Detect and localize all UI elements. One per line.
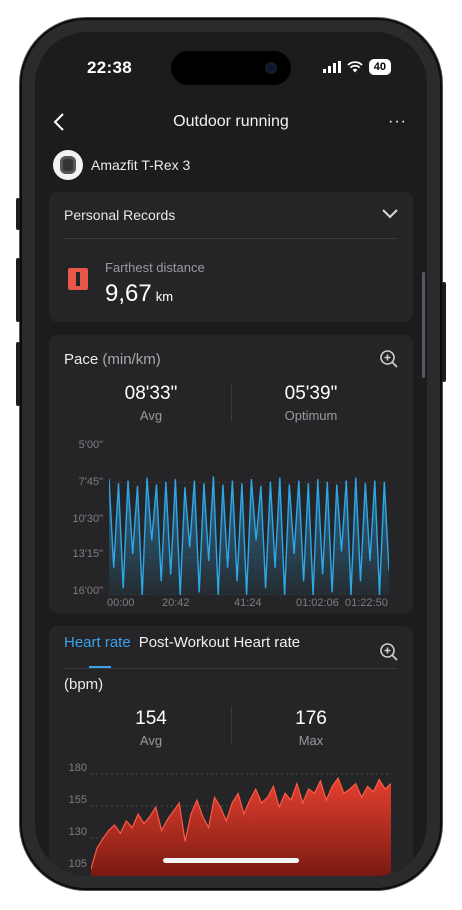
volume-down-button [16,342,20,406]
volume-up-button [16,258,20,322]
camera-icon [265,62,277,74]
pace-avg-value: 08'33" [124,383,178,404]
heart-y-tick: 105 [68,858,87,870]
heart-avg-value: 154 [135,708,167,729]
app-screen: 22:38 40 Outdoor running ··· Amazfit T-R… [35,32,427,876]
nav-bar: Outdoor running ··· [35,110,427,136]
pace-y-tick: 16'00" [72,585,103,597]
pace-optimum-stat: 05'39" Optimum [231,383,391,423]
pace-y-tick: 10'30" [72,513,103,525]
personal-records-card: Personal Records Farthest distance 9,67 k… [49,192,413,322]
zoom-icon[interactable] [379,349,399,374]
heart-rate-tabs: Heart rate Post-Workout Heart rate [64,634,300,651]
zoom-icon[interactable] [379,642,399,667]
tab-heart-rate[interactable]: Heart rate [64,634,131,651]
action-button [16,198,20,230]
scroll-indicator[interactable] [422,272,425,378]
device-row[interactable]: Amazfit T-Rex 3 [53,150,190,180]
tab-post-workout-heart-rate[interactable]: Post-Workout Heart rate [139,634,300,651]
pace-optimum-value: 05'39" [284,383,338,404]
heart-y-tick: 130 [68,826,87,838]
pace-card: Pace (min/km) 08'33" Avg 05'39" Optimum … [49,335,413,613]
record-label: Farthest distance [105,260,205,275]
dynamic-island [171,51,291,85]
pace-x-tick: 20:42 [162,597,190,609]
more-options-icon[interactable]: ··· [388,113,407,131]
heart-max-stat: 176 Max [231,708,391,748]
heart-avg-label: Avg [139,733,163,748]
heart-y-tick: 155 [68,794,87,806]
heart-max-value: 176 [295,708,327,729]
pace-x-tick: 00:00 [107,597,135,609]
pace-avg-label: Avg [139,408,163,423]
pace-avg-stat: 08'33" Avg [71,383,231,423]
pace-y-tick: 13'15" [72,548,103,560]
pace-x-tick: 01:02:06 [296,597,339,609]
heart-y-tick: 180 [68,762,87,774]
personal-records-title: Personal Records [64,207,176,223]
status-time: 22:38 [87,58,132,77]
record-unit: km [155,289,174,304]
heart-rate-unit: (bpm) [64,676,104,693]
pace-unit: (min/km) [102,351,161,368]
page-title: Outdoor running [173,113,289,130]
pace-title: Pace (min/km) [64,351,161,368]
record-number: 9,67 [105,280,152,307]
battery-indicator: 40 [368,59,391,75]
pace-optimum-label: Optimum [284,408,338,423]
divider [64,238,398,239]
pace-y-tick: 7'45" [78,476,103,488]
pace-label: Pace [64,351,99,368]
wifi-icon [347,61,363,73]
distance-record-icon [68,268,88,290]
divider [64,668,398,669]
status-icons: 40 [322,59,391,75]
home-indicator[interactable] [163,858,299,863]
watch-icon [53,150,83,180]
heart-rate-card: Heart rate Post-Workout Heart rate (bpm) … [49,626,413,876]
heart-max-label: Max [298,733,324,748]
device-name: Amazfit T-Rex 3 [91,157,191,173]
pace-x-tick: 41:24 [234,597,262,609]
pace-y-tick: 5'00" [78,439,103,451]
heart-avg-stat: 154 Avg [71,708,231,748]
pace-chart [109,445,389,595]
pace-x-tick: 01:22:50 [345,597,388,609]
record-value: 9,67 km [105,280,173,308]
chevron-down-icon[interactable] [381,206,399,224]
power-button [442,282,446,382]
cellular-signal-icon [322,61,341,73]
